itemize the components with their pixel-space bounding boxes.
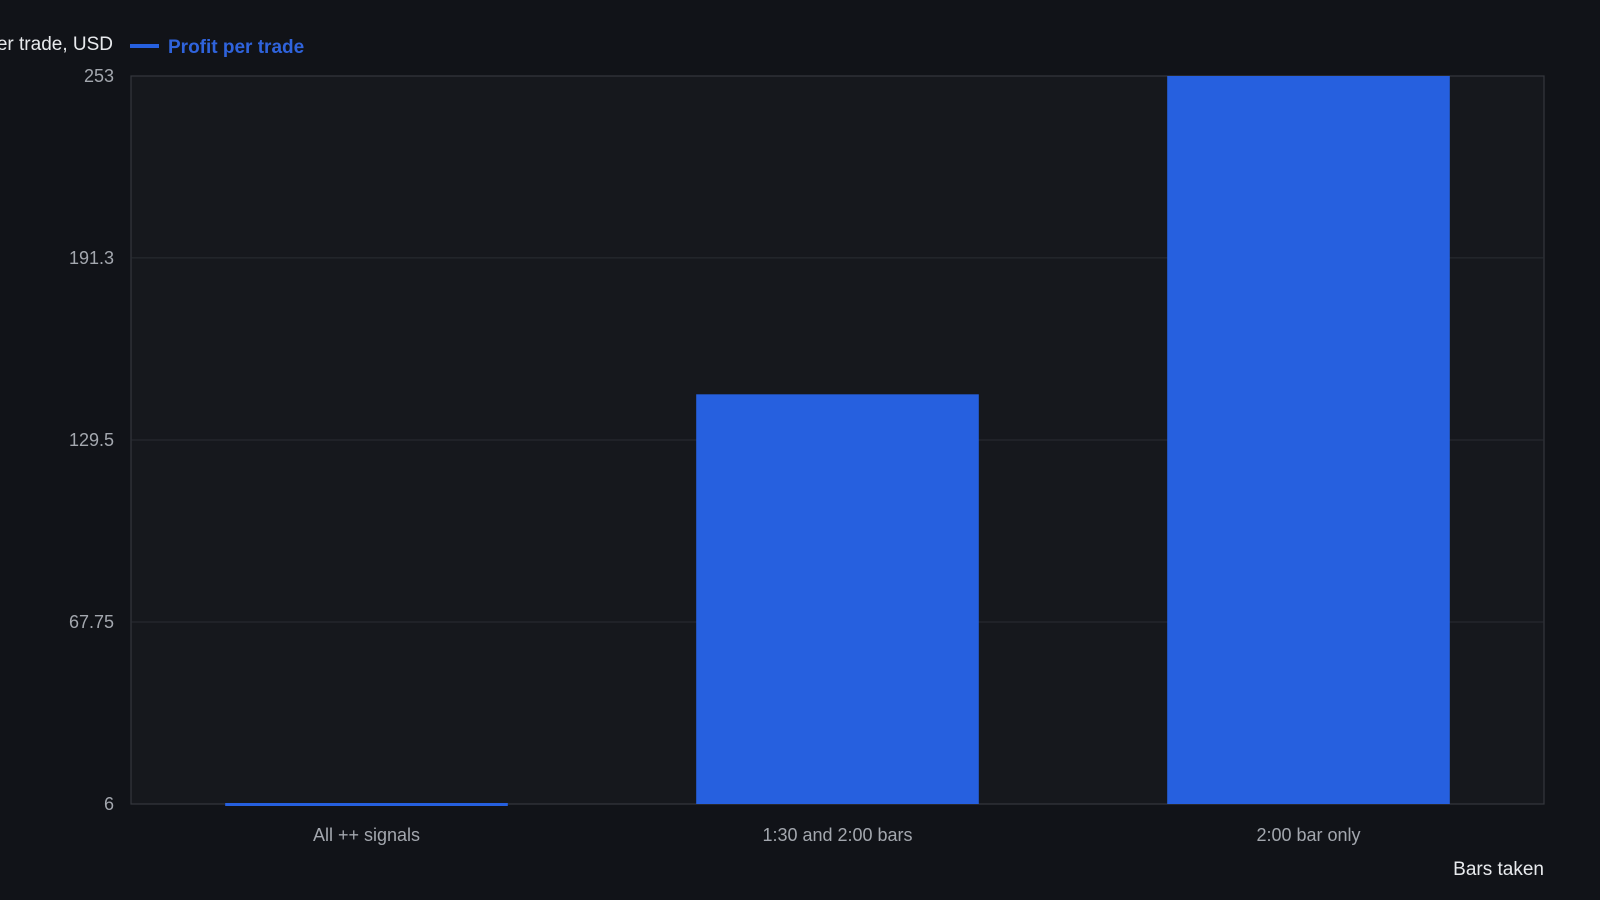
y-tick-label: 191.3 [69, 248, 114, 268]
legend-label[interactable]: Profit per trade [168, 37, 304, 58]
bar[interactable] [1167, 76, 1450, 804]
y-tick-label: 129.5 [69, 430, 114, 450]
y-tick-label: 67.75 [69, 612, 114, 632]
x-axis-title: Bars taken [1453, 859, 1544, 880]
y-tick-labels: 6 67.75 129.5 191.3 253 [69, 66, 114, 814]
bar-chart: 6 67.75 129.5 191.3 253 All ++ signals 1:30 a… [0, 34, 1545, 880]
x-tick-label: 1:30 and 2:00 bars [762, 825, 912, 845]
bar[interactable] [696, 394, 979, 804]
x-tick-label: 2:00 bar only [1256, 825, 1360, 845]
y-tick-label: 253 [84, 66, 114, 86]
y-axis-title: Profit per trade, USD [0, 34, 113, 55]
y-tick-label: 6 [104, 794, 114, 814]
x-tick-label: All ++ signals [313, 825, 420, 845]
x-tick-labels: All ++ signals 1:30 and 2:00 bars 2:00 bar… [313, 825, 1361, 845]
bar[interactable] [225, 803, 508, 806]
